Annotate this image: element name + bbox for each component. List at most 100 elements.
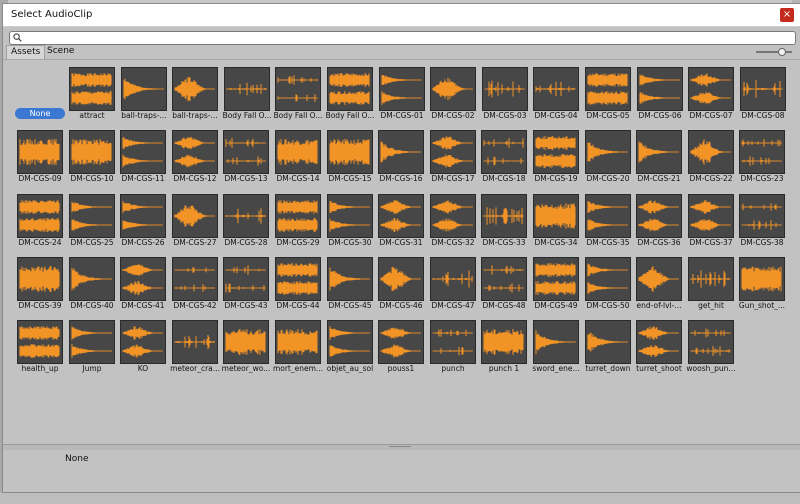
audio-clip-label: health_up [21, 364, 59, 373]
audio-clip-item[interactable]: DM-CGS-21 [636, 130, 686, 190]
tab-assets[interactable]: Assets [6, 45, 46, 59]
audio-clip-item[interactable]: DM-CGS-01 [379, 67, 429, 127]
audio-clip-item[interactable]: DM-CGS-13 [223, 130, 273, 190]
audio-clip-item[interactable]: DM-CGS-24 [17, 194, 67, 254]
audio-clip-item[interactable]: DM-CGS-17 [430, 130, 480, 190]
audio-clip-label: DM-CGS-50 [586, 301, 630, 310]
audio-clip-item[interactable]: DM-CGS-34 [533, 194, 583, 254]
audio-clip-item[interactable]: DM-CGS-10 [69, 130, 119, 190]
audio-clip-item[interactable]: sword_ene... [532, 320, 583, 380]
audio-clip-item[interactable]: Body Fall O... [274, 67, 325, 127]
audio-clip-item[interactable]: mort_enem... [273, 320, 325, 380]
search-bar[interactable] [9, 31, 796, 45]
audio-clip-item[interactable]: DM-CGS-37 [688, 194, 738, 254]
audio-clip-item[interactable]: DM-CGS-29 [275, 194, 325, 254]
audio-clip-item[interactable]: DM-CGS-40 [69, 257, 119, 317]
audio-clip-item[interactable]: DM-CGS-33 [481, 194, 531, 254]
audio-clip-item[interactable]: DM-CGS-20 [585, 130, 635, 190]
waveform-thumbnail [17, 257, 63, 301]
audio-clip-item[interactable]: end-of-lvl-... [636, 257, 686, 317]
audio-clip-item[interactable]: DM-CGS-12 [172, 130, 222, 190]
audio-clip-item[interactable]: DM-CGS-49 [533, 257, 583, 317]
audio-clip-item[interactable]: DM-CGS-31 [378, 194, 428, 254]
audio-clip-item[interactable]: objet_au_sol [327, 320, 377, 380]
audio-clip-item[interactable]: ball-traps-... [121, 67, 171, 127]
audio-clip-item[interactable]: DM-CGS-46 [378, 257, 428, 317]
audio-clip-item[interactable]: DM-CGS-02 [430, 67, 480, 127]
audio-clip-item[interactable]: DM-CGS-06 [637, 67, 687, 127]
audio-clip-item[interactable]: DM-CGS-32 [430, 194, 480, 254]
audio-clip-item[interactable]: Body Fall O... [326, 67, 377, 127]
audio-clip-item[interactable]: Body Fall O... [223, 67, 274, 127]
audio-clip-item[interactable]: meteor_wo... [222, 320, 273, 380]
audio-clip-item[interactable]: DM-CGS-26 [120, 194, 170, 254]
audio-clip-item[interactable]: DM-CGS-09 [17, 130, 67, 190]
audio-clip-item[interactable]: DM-CGS-08 [740, 67, 790, 127]
audio-clip-item[interactable]: DM-CGS-16 [378, 130, 428, 190]
audio-clip-item[interactable]: DM-CGS-25 [69, 194, 119, 254]
audio-clip-item[interactable]: DM-CGS-44 [275, 257, 325, 317]
audio-clip-item[interactable]: punch [430, 320, 480, 380]
waveform-icon [690, 139, 731, 165]
waveform-thumbnail [223, 130, 269, 174]
audio-clip-item[interactable]: DM-CGS-18 [481, 130, 531, 190]
audio-clip-label: DM-CGS-39 [18, 301, 62, 310]
audio-clip-item[interactable]: KO [120, 320, 170, 380]
audio-clip-item[interactable]: DM-CGS-07 [688, 67, 738, 127]
audio-clip-item[interactable]: turret_shoot [636, 320, 686, 380]
audio-clip-item[interactable]: pouss1 [378, 320, 428, 380]
audio-clip-item[interactable]: DM-CGS-36 [636, 194, 686, 254]
audio-clip-item[interactable]: get_hit [688, 257, 738, 317]
audio-clip-item[interactable]: DM-CGS-05 [585, 67, 635, 127]
audio-clip-item[interactable]: DM-CGS-30 [327, 194, 377, 254]
audio-clip-item[interactable]: DM-CGS-22 [688, 130, 738, 190]
search-icon [13, 33, 22, 42]
audio-clip-item[interactable]: DM-CGS-45 [327, 257, 377, 317]
audio-clip-item[interactable]: turret_down [585, 320, 635, 380]
audio-clip-item[interactable]: DM-CGS-48 [481, 257, 531, 317]
audio-clip-item[interactable]: DM-CGS-28 [223, 194, 273, 254]
audio-clip-item[interactable]: Jump [69, 320, 119, 380]
audio-clip-label: DM-CGS-15 [328, 174, 372, 183]
zoom-slider-track [756, 51, 792, 53]
audio-clip-item[interactable]: DM-CGS-47 [430, 257, 480, 317]
audio-clip-item[interactable]: DM-CGS-19 [533, 130, 583, 190]
zoom-slider[interactable] [756, 48, 792, 56]
waveform-thumbnail [327, 257, 373, 301]
audio-clip-item[interactable]: DM-CGS-50 [585, 257, 635, 317]
tab-scene[interactable]: Scene [43, 45, 78, 58]
audio-clip-item[interactable]: meteor_cra... [170, 320, 222, 380]
audio-clip-label: DM-CGS-18 [482, 174, 526, 183]
audio-clip-item[interactable]: DM-CGS-41 [120, 257, 170, 317]
waveform-thumbnail [482, 67, 528, 111]
audio-clip-item[interactable]: DM-CGS-42 [172, 257, 222, 317]
audio-clip-item[interactable]: attract [69, 67, 119, 127]
audio-clip-label: DM-CGS-22 [689, 174, 733, 183]
audio-clip-item[interactable]: DM-CGS-14 [275, 130, 325, 190]
audio-clip-item[interactable]: ball-traps-... [172, 67, 222, 127]
title-bar[interactable]: Select AudioClip × [3, 4, 800, 27]
audio-clip-item[interactable]: health_up [17, 320, 67, 380]
audio-clip-label: DM-CGS-38 [740, 238, 784, 247]
audio-clip-item[interactable]: DM-CGS-43 [223, 257, 273, 317]
audio-clip-item[interactable]: DM-CGS-35 [585, 194, 635, 254]
audio-clip-item[interactable]: DM-CGS-39 [17, 257, 67, 317]
audio-clip-item[interactable]: DM-CGS-23 [739, 130, 789, 190]
waveform-thumbnail [327, 320, 373, 364]
none-item[interactable]: None [15, 108, 65, 120]
audio-clip-label: DM-CGS-10 [70, 174, 114, 183]
audio-clip-label: DM-CGS-30 [328, 238, 372, 247]
audio-clip-item[interactable]: DM-CGS-38 [739, 194, 789, 254]
audio-clip-item[interactable]: Gun_shot_... [739, 257, 789, 317]
audio-clip-item[interactable]: woosh_pun... [686, 320, 738, 380]
audio-clip-item[interactable]: punch 1 [481, 320, 531, 380]
audio-clip-item[interactable]: DM-CGS-04 [533, 67, 583, 127]
close-button[interactable]: × [780, 8, 794, 22]
audio-clip-item[interactable]: DM-CGS-27 [172, 194, 222, 254]
audio-clip-item[interactable]: DM-CGS-03 [482, 67, 532, 127]
audio-clip-item[interactable]: DM-CGS-15 [327, 130, 377, 190]
search-input[interactable] [26, 32, 786, 44]
waveform-thumbnail [69, 194, 115, 238]
audio-clip-item[interactable]: DM-CGS-11 [120, 130, 170, 190]
zoom-slider-thumb[interactable] [778, 48, 786, 56]
